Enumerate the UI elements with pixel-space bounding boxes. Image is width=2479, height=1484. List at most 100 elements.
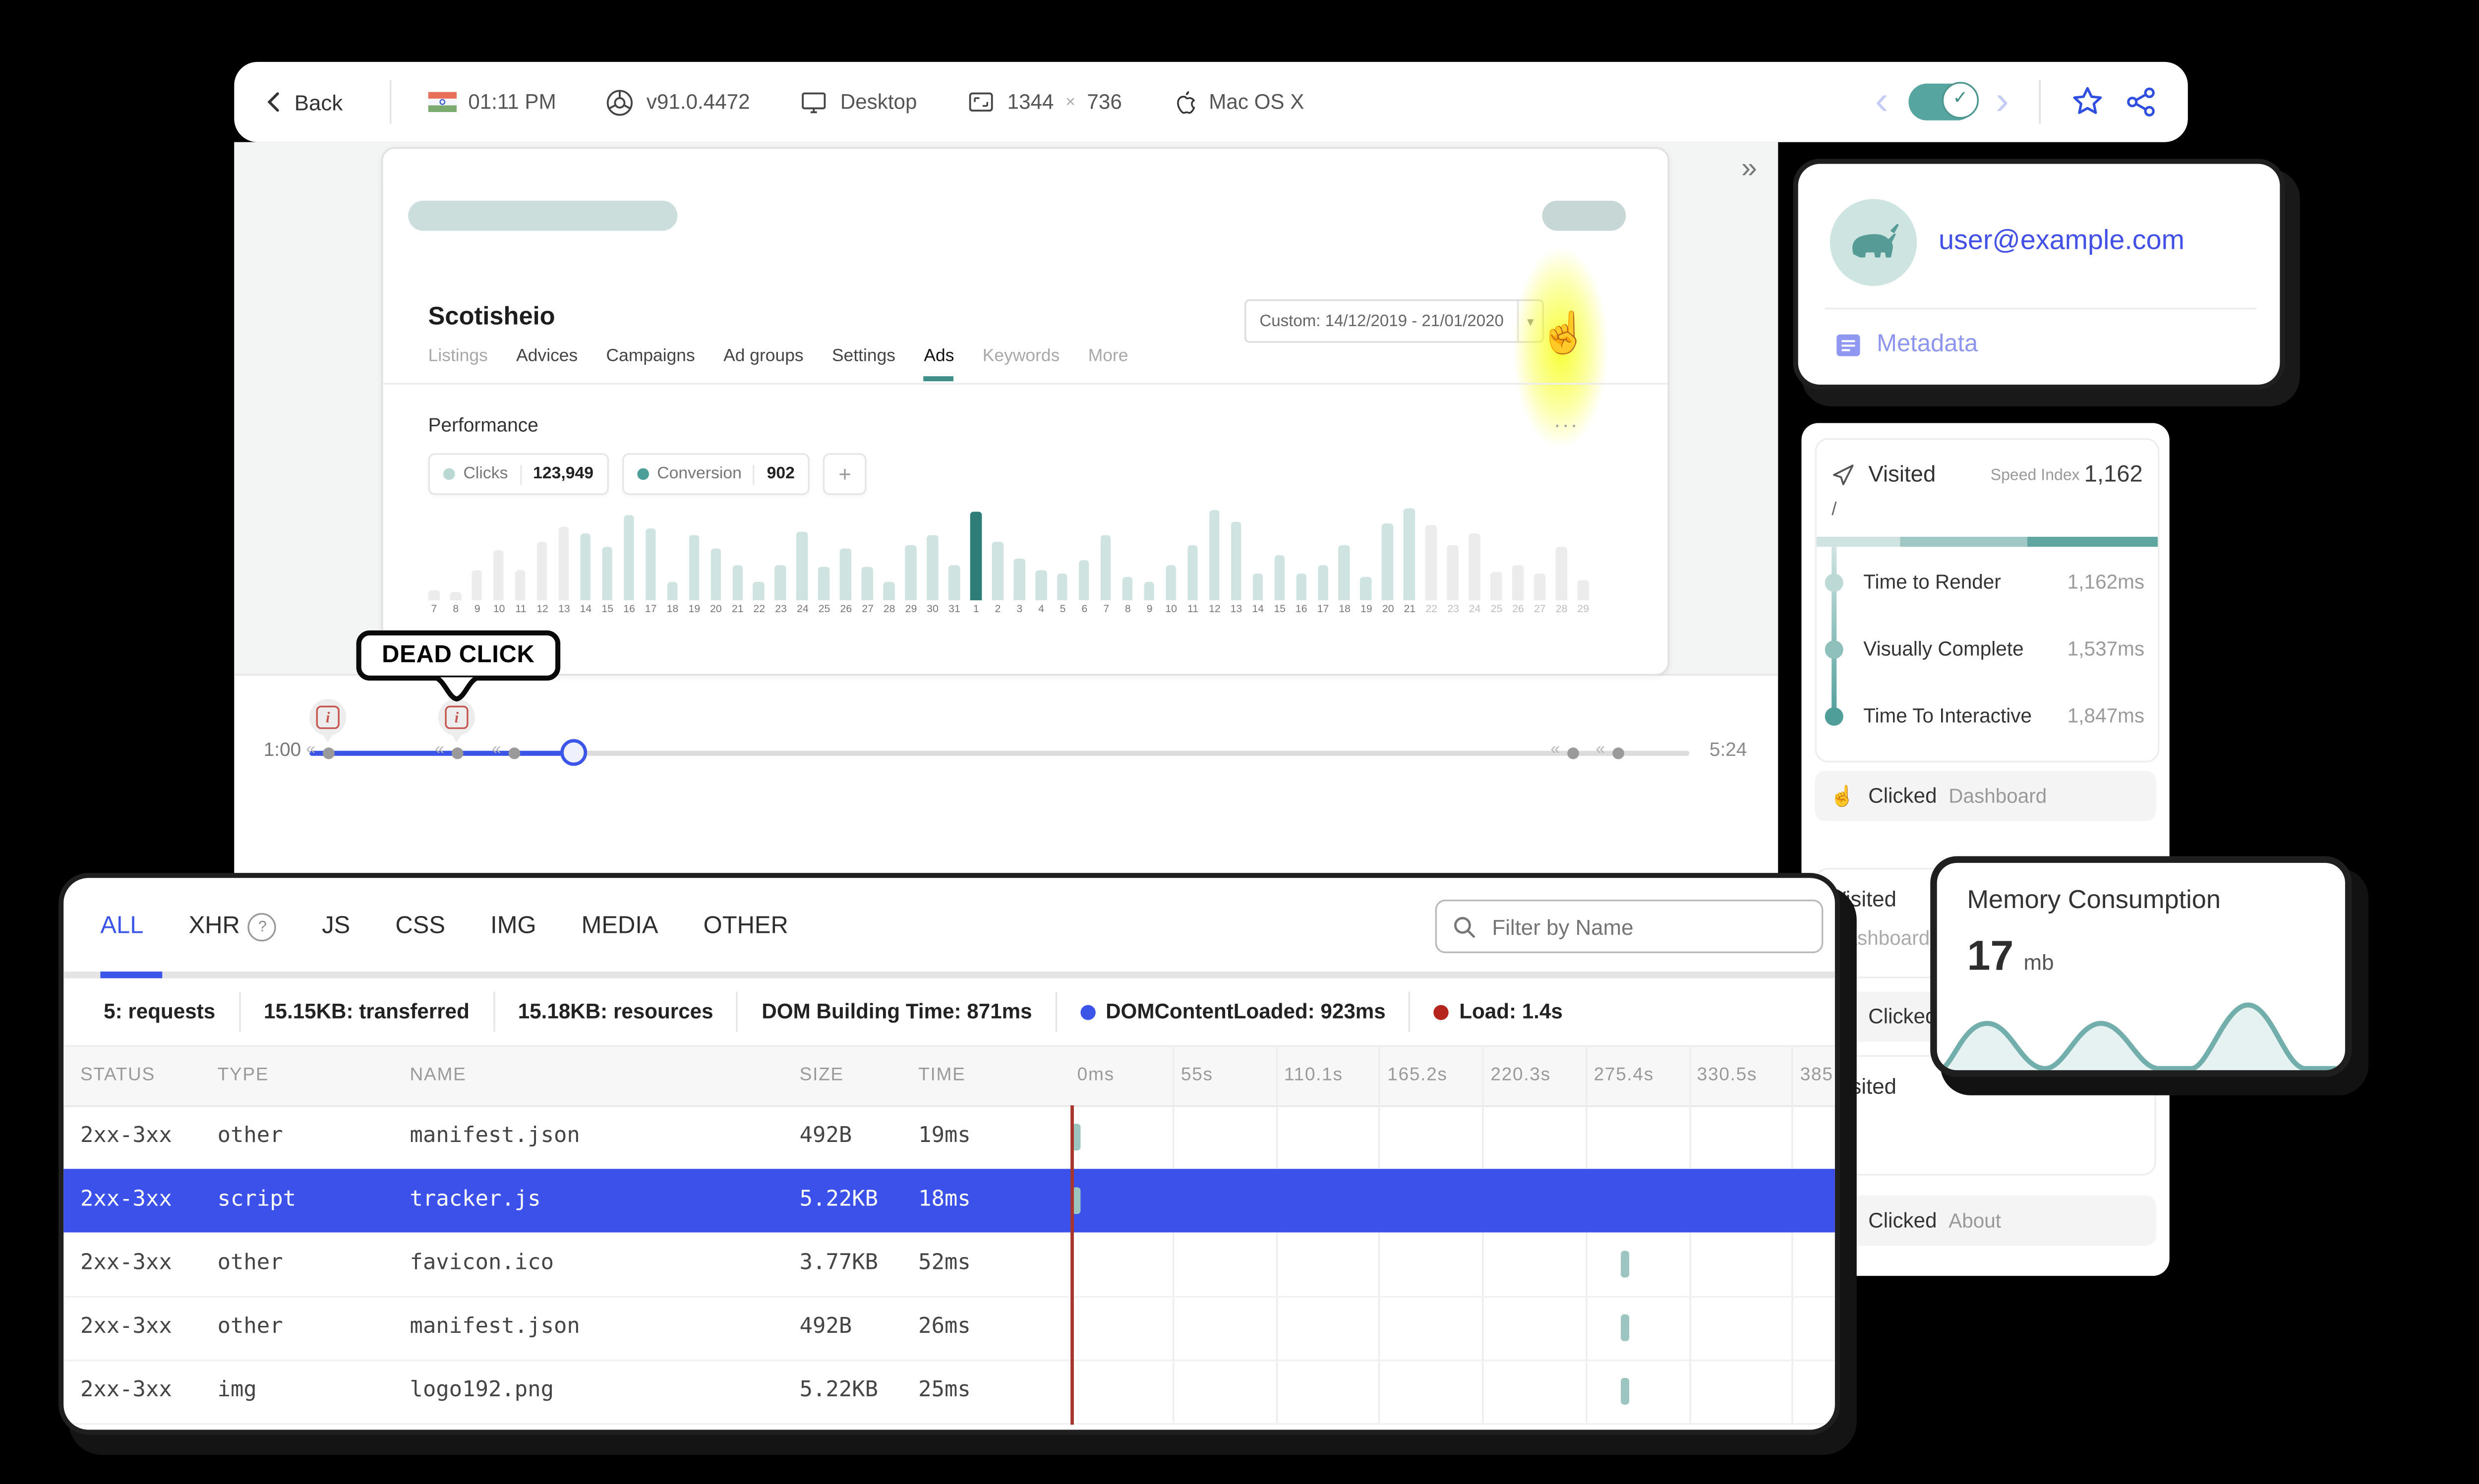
metric-chip-clicks[interactable]: Clicks 123,949 [428,453,609,495]
cell-status: 2xx-3xx [80,1124,172,1149]
table-row[interactable]: 2xx-3xx other favicon.ico 3.77KB 52ms [63,1232,1835,1298]
timeline-playhead[interactable] [560,739,588,766]
table-row[interactable]: 2xx-3xx script tracker.js 5.22KB 18ms [63,1169,1835,1233]
network-panel: ALL XHR? JS CSS IMG MEDIA OTHER 5: requests 15.… [59,873,1840,1435]
chart-bar [840,548,851,601]
network-tab-xhr[interactable]: XHR? [188,912,277,941]
session-time: 01:11 PM [468,90,556,114]
timing-label: Time to Render [1863,570,2001,594]
issue-marker[interactable]: i [309,699,347,742]
memory-card: Memory Consumption 17 mb [1930,856,2352,1077]
visited-metrics-card[interactable]: Visited Speed Index 1,162 / Time to Rend… [1815,438,2160,763]
chart-bar [688,535,700,601]
chart-bar [1382,523,1393,601]
back-button[interactable]: Back [264,89,343,114]
timeline-event-dot[interactable] [507,747,520,759]
preview-tab-keywords[interactable]: Keywords [983,346,1060,381]
apple-os-icon [1177,90,1195,113]
event-row-clicked[interactable]: ☝ Clicked About [1815,1196,2156,1246]
autoplay-toggle[interactable]: ✓ [1908,82,1979,120]
preview-tab-ad-groups[interactable]: Ad groups [723,346,804,381]
network-tab-js[interactable]: JS [322,913,350,940]
skeleton-pill-right [1542,200,1626,231]
metric-dot-icon [637,468,649,480]
chart-x-label: 16 [623,603,635,616]
network-tab-css[interactable]: CSS [395,913,445,940]
section-menu-icon[interactable]: ··· [1554,413,1579,436]
cell-status: 2xx-3xx [80,1251,172,1276]
performance-bar-chart [428,508,1599,601]
metric-dot-icon [443,468,455,480]
preview-tab-listings[interactable]: Listings [428,346,488,381]
event-target: About [1948,1209,2001,1233]
event-row-clicked[interactable]: ☝ Clicked Dashboard [1815,771,2156,821]
timeline-event-dot[interactable] [1566,747,1579,759]
cell-type: script [217,1187,296,1212]
timeline-event-dot[interactable] [1611,747,1624,759]
column-header-status: STATUS [80,1065,155,1085]
date-range-select[interactable]: Custom: 14/12/2019 - 21/01/2020 ▾ [1244,299,1544,343]
column-header-size: SIZE [799,1065,844,1085]
cursor-pointer-icon: ☝ [1538,311,1589,356]
preview-tab-campaigns[interactable]: Campaigns [606,346,695,381]
timeline-ripple-icon: « [435,741,444,759]
chart-bar [731,564,743,601]
collapse-panel-icon[interactable]: » [1741,152,1757,185]
preview-tab-advices[interactable]: Advices [516,346,578,381]
user-email[interactable]: user@example.com [1939,226,2184,257]
table-row[interactable]: 2xx-3xx other manifest.json 492B 19ms [63,1105,1835,1171]
favorite-star-icon[interactable] [2071,85,2104,118]
chart-x-label: 1 [973,603,979,616]
preview-tab-ads[interactable]: Ads [924,346,954,382]
timing-dot-icon [1825,707,1843,726]
speed-index-label: Speed Index [1990,466,2080,485]
metadata-label[interactable]: Metadata [1877,331,1978,358]
chart-x-label: 20 [710,603,722,616]
chart-bar [666,582,678,601]
chart-x-label: 25 [1490,603,1503,616]
load-marker-line [1070,1105,1074,1425]
issue-marker[interactable]: i [438,699,475,742]
chart-bar [1555,546,1567,601]
cell-type: other [217,1314,283,1340]
next-session-button[interactable]: › [1996,81,2009,121]
cell-size: 5.22KB [799,1187,879,1212]
chart-x-label: 18 [1339,603,1351,616]
chart-bar [1100,535,1112,601]
preview-tab-settings[interactable]: Settings [832,346,895,381]
summary-item: DOMContentLoaded: 923ms [1057,991,1411,1032]
network-tab-other[interactable]: OTHER [704,913,788,940]
network-tab-label: CSS [395,913,446,940]
timing-dot-icon [1825,640,1843,659]
filter-input[interactable] [1488,912,1797,941]
chart-bar [472,571,482,601]
visited-label: Visited [1868,461,1936,487]
chart-bar [775,564,786,601]
chart-bar [710,548,721,601]
add-metric-button[interactable]: + [823,453,867,495]
events-sidebar: Visited Speed Index 1,162 / Time to Rend… [1801,423,2170,1276]
chart-x-label: 22 [753,603,766,616]
network-tab-img[interactable]: IMG [490,913,536,940]
table-row[interactable]: 2xx-3xx img logo192.png 5.22KB 25ms [63,1360,1835,1425]
time-column-header: 275.4s [1594,1065,1654,1085]
network-tab-all[interactable]: ALL [100,913,143,940]
timing-value: 1,847ms [2067,704,2145,728]
chart-x-label: 27 [1534,603,1546,616]
network-tab-media[interactable]: MEDIA [582,913,658,940]
chart-x-label: 9 [1146,603,1153,616]
summary-dot-icon [1080,1004,1096,1020]
issue-icon: i [445,705,469,729]
chart-bar [905,545,916,601]
chart-x-label: 29 [1577,603,1590,616]
network-tab-label: XHR [188,913,240,940]
preview-tab-more[interactable]: More [1088,346,1128,381]
metric-chip-conversion[interactable]: Conversion 902 [622,453,810,495]
chart-x-label: 10 [493,603,505,616]
table-row[interactable]: 2xx-3xx other manifest.json 492B 26ms [63,1296,1835,1362]
chart-bar [1057,572,1068,601]
prev-session-button[interactable]: ‹ [1875,81,1889,121]
session-replay-app: Back 01:11 PM v91.0.4472 Desktop 1344 × … [0,0,2479,1483]
share-icon[interactable] [2125,85,2158,118]
timing-connector [1831,547,1837,721]
